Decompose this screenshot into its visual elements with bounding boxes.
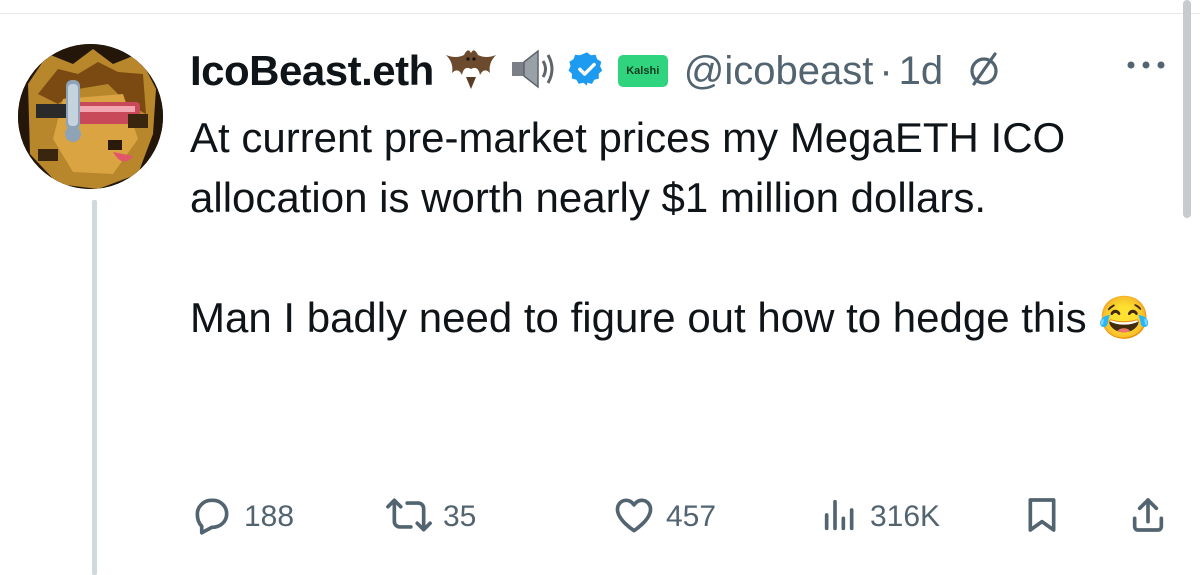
avatar-lion-image [18,44,163,189]
speaker-emoji-icon [508,45,558,98]
scrollbar[interactable] [1183,0,1191,218]
more-icon[interactable] [1126,58,1166,77]
tweet-paragraph-2: Man I badly need to figure out how to he… [190,288,1170,348]
tweet-paragraph-2-text: Man I badly need to figure out how to he… [190,294,1087,341]
like-icon [612,493,656,542]
views-count: 316K [870,500,941,533]
bookmark-button[interactable] [1022,492,1062,542]
separator-dot: · [879,48,893,93]
repost-icon [385,493,433,542]
display-name[interactable]: IcoBeast.eth [190,47,434,95]
action-bar: 188 35 457 316K [190,492,1170,542]
reply-button[interactable]: 188 [190,492,294,542]
thread-line [92,200,97,575]
bat-emoji-icon [444,45,498,98]
laughing-emoji: 😂 [1098,294,1151,341]
avatar[interactable] [18,44,163,189]
tweet-header: IcoBeast.eth Kalshi @icobeast · 1d [190,42,1003,100]
reply-icon [190,493,234,542]
handle[interactable]: @icobeast [684,49,874,94]
views-button[interactable]: 316K [820,492,940,542]
grok-icon[interactable] [965,50,1003,93]
like-button[interactable]: 457 [612,492,716,542]
tweet-text: At current pre-market prices my MegaETH … [190,108,1170,348]
kalshi-badge[interactable]: Kalshi [617,55,668,87]
tweet-paragraph-1: At current pre-market prices my MegaETH … [190,114,1066,221]
share-icon [1128,493,1168,542]
verified-icon[interactable] [568,50,606,93]
bookmark-icon [1022,493,1062,542]
top-divider [0,13,1200,14]
like-count: 457 [666,500,717,533]
timestamp[interactable]: 1d [899,49,944,94]
reply-count: 188 [244,500,295,533]
share-button[interactable] [1128,492,1168,542]
views-icon [820,493,860,542]
repost-button[interactable]: 35 [385,492,476,542]
repost-count: 35 [443,500,477,533]
